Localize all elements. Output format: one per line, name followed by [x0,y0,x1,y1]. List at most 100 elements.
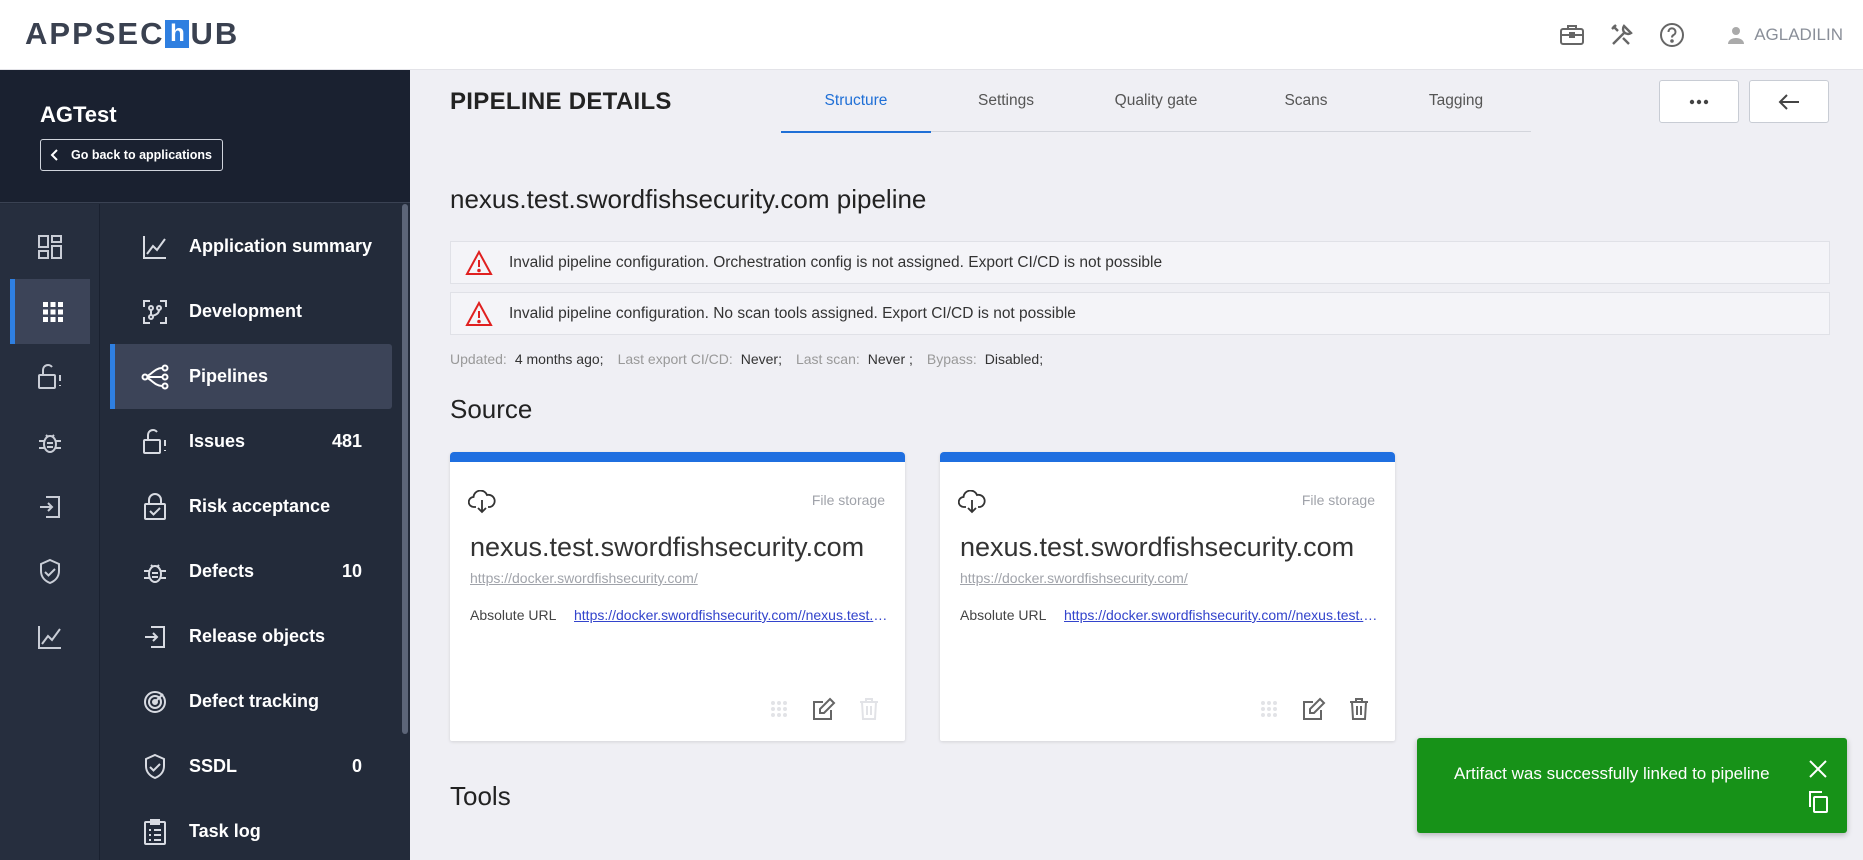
sidebar-item-label: Pipelines [189,366,269,386]
last-scan-label: Last scan: [795,351,860,367]
source-card[interactable]: File storage nexus.test.swordfishsecurit… [450,452,905,741]
sidebar-item-issues[interactable]: Issues 481 [110,409,392,474]
delete-icon[interactable] [1345,695,1373,723]
tab-bar: Structure Settings Quality gate Scans Ta… [781,70,1531,133]
toast-message: Artifact was successfully linked to pipe… [1454,764,1770,783]
delete-icon[interactable] [855,695,883,723]
lock-check-icon [140,492,170,522]
tab-scans[interactable]: Scans [1231,70,1381,132]
sidebar-item-label: Application summary [189,236,373,256]
sidebar-item-label: Defects [189,561,255,581]
updated-value: 4 months ago; [514,351,604,367]
alert-scan-tools: Invalid pipeline configuration. No scan … [450,292,1830,335]
rail-defects[interactable] [10,409,90,474]
unlock-alert-icon [140,427,170,457]
sidebar-item-label: Issues [189,431,246,451]
more-options-button[interactable] [1659,80,1739,123]
sidebar-menu: Application summary Development Pipeline… [100,204,410,860]
absolute-url-link[interactable]: https://docker.swordfishsecurity.com//ne… [1064,607,1379,623]
help-icon[interactable] [1658,21,1686,49]
sign-in-icon [40,495,60,518]
source-url-link[interactable]: https://docker.swordfishsecurity.com/ [960,570,1188,586]
unlock-alert-icon [38,363,61,389]
sidebar-item-defects[interactable]: Defects 10 [110,539,392,604]
page-header: PIPELINE DETAILS Structure Settings Qual… [410,70,1863,133]
rail-release[interactable] [10,474,90,539]
tab-settings[interactable]: Settings [931,70,1081,132]
rail-dashboard[interactable] [10,214,90,279]
close-icon[interactable] [1807,758,1829,780]
sidebar-item-label: Task log [189,821,261,841]
sidebar-item-label: SSDL [189,756,238,776]
last-scan-value: Never ; [867,351,913,367]
sidebar-item-pipelines[interactable]: Pipelines [110,344,392,409]
go-back-button[interactable]: Go back to applications [40,139,223,171]
username: AGLADILIN [1754,25,1843,44]
pipeline-icon [140,362,170,392]
briefcase-icon[interactable] [1558,21,1586,49]
top-bar: APPSEC h UB AGLADILIN [0,0,1863,70]
sidebar-item-label: Release objects [189,626,326,646]
rail-applications[interactable] [10,279,90,344]
storage-type: File storage [811,492,885,508]
drag-handle-icon[interactable] [1255,695,1283,723]
bug-icon [140,557,170,587]
logo-mark: h [165,20,190,48]
sidebar-scrollbar[interactable] [402,204,408,734]
absolute-url-link[interactable]: https://docker.swordfishsecurity.com//ne… [574,607,889,623]
source-url-link[interactable]: https://docker.swordfishsecurity.com/ [470,570,698,586]
edit-icon[interactable] [810,695,838,723]
rail-issues[interactable] [10,344,90,409]
cloud-download-icon [958,490,986,514]
pipeline-name: nexus.test.swordfishsecurity.com pipelin… [450,184,927,214]
top-actions: AGLADILIN [1536,0,1843,70]
tools-icon[interactable] [1608,21,1636,49]
tab-structure[interactable]: Structure [781,70,931,133]
logo-text-suffix: UB [190,16,240,51]
updated-label: Updated: [450,351,507,367]
source-card[interactable]: File storage nexus.test.swordfishsecurit… [940,452,1395,741]
sidebar-item-development[interactable]: Development [110,279,392,344]
bypass-label: Bypass: [926,351,977,367]
sidebar-item-application-summary[interactable]: Application summary [110,214,392,279]
last-export-label: Last export CI/CD: [617,351,733,367]
shield-check-icon [140,752,170,782]
go-back-label: Go back to applications [71,148,212,162]
sidebar-item-release-objects[interactable]: Release objects [110,604,392,669]
tab-tagging[interactable]: Tagging [1381,70,1531,132]
sidebar-app-header: AGTest Go back to applications [0,70,410,203]
sidebar-item-defect-tracking[interactable]: Defect tracking [110,669,392,734]
user-icon [1728,27,1745,44]
sidebar: AGTest Go back to applications Applicati… [0,70,410,860]
storage-type: File storage [1301,492,1375,508]
logo-text-prefix: APPSEC [25,16,165,51]
user-menu[interactable]: AGLADILIN [1726,25,1843,45]
absolute-url-label: Absolute URL [470,607,557,623]
shield-check-icon [40,558,60,584]
app-title: AGTest [40,102,117,127]
bug-icon [39,433,61,453]
issues-count: 481 [331,431,362,451]
ssdl-count: 0 [351,756,362,776]
back-button[interactable] [1749,80,1829,123]
edit-icon[interactable] [1300,695,1328,723]
sidebar-item-risk-acceptance[interactable]: Risk acceptance [110,474,392,539]
chart-line-icon [38,625,61,649]
sidebar-item-ssdl[interactable]: SSDL 0 [110,734,392,799]
page-title: PIPELINE DETAILS [450,88,672,115]
drag-handle-icon[interactable] [765,695,793,723]
warning-triangle-icon [465,249,493,275]
source-name: nexus.test.swordfishsecurity.com [960,532,1355,562]
absolute-url-label: Absolute URL [960,607,1047,623]
code-branch-icon [140,297,170,327]
rail-ssdl[interactable] [10,539,90,604]
rail-summary[interactable] [10,604,90,669]
sidebar-item-label: Defect tracking [189,691,320,711]
tab-quality-gate[interactable]: Quality gate [1081,70,1231,132]
clipboard-list-icon [140,817,170,847]
pipeline-meta: Updated: 4 months ago; Last export CI/CD:… [450,351,1057,367]
copy-icon[interactable] [1807,790,1829,814]
sidebar-item-task-log[interactable]: Task log [110,799,392,860]
appsechub-logo[interactable]: APPSEC h UB [25,16,240,51]
warning-triangle-icon [465,300,493,326]
